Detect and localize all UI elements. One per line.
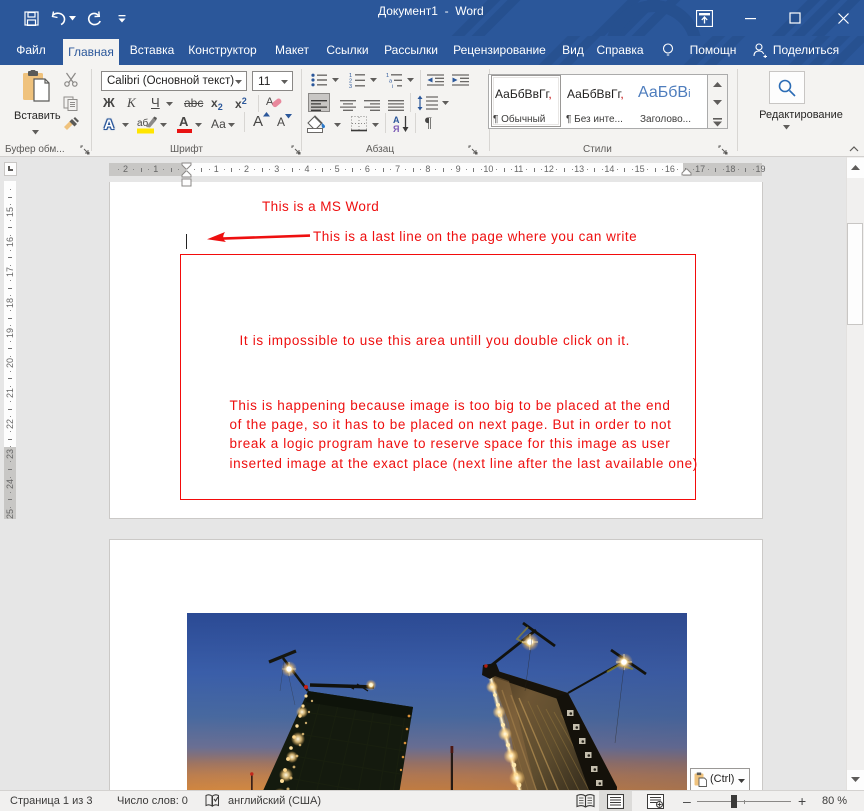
svg-text:3: 3 — [349, 84, 352, 88]
svg-text:аб: аб — [137, 117, 149, 129]
svg-text:Я: Я — [393, 124, 399, 133]
svg-text:i: i — [392, 84, 393, 88]
svg-text:А: А — [266, 96, 274, 108]
